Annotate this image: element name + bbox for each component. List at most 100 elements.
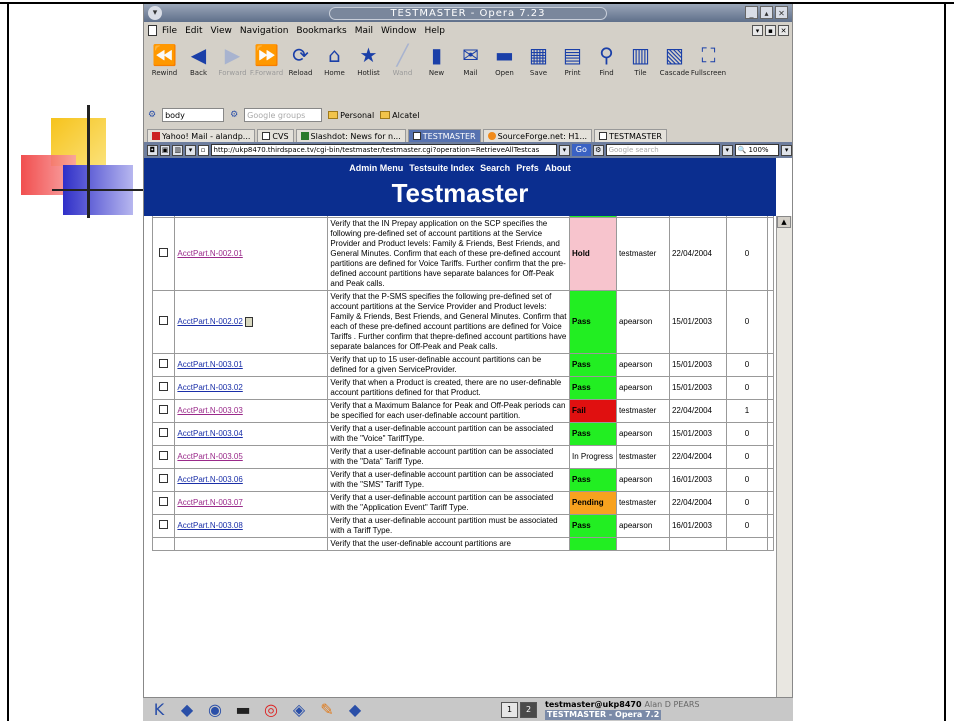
- history-dropdown-icon[interactable]: ▾: [185, 144, 196, 156]
- testcase-link[interactable]: AcctPart.N-003.07: [177, 498, 242, 507]
- kde-menu-icon[interactable]: K: [147, 699, 171, 721]
- print-button[interactable]: ▤ Print: [556, 43, 589, 77]
- vertical-scrollbar[interactable]: ▲: [776, 216, 792, 718]
- testcase-link[interactable]: AcctPart.N-003.05: [177, 452, 242, 461]
- page-icon[interactable]: ◘: [147, 144, 158, 156]
- tab-4[interactable]: SourceForge.net: H1...: [482, 129, 593, 142]
- tile-button[interactable]: ▥ Tile: [624, 43, 657, 77]
- row-checkbox[interactable]: [159, 382, 169, 391]
- search-dropdown-icon[interactable]: ▾: [721, 144, 733, 156]
- menu-dropdown-icon[interactable]: ▾: [752, 25, 763, 36]
- forward-button[interactable]: ▶ Forward: [216, 43, 249, 77]
- row-checkbox[interactable]: [159, 520, 169, 529]
- tab-5[interactable]: TESTMASTER: [594, 129, 667, 142]
- zoom-dropdown-icon[interactable]: ▾: [781, 144, 792, 156]
- menu-close-icon[interactable]: ✕: [778, 25, 789, 36]
- search-input[interactable]: body: [162, 108, 225, 122]
- close-icon[interactable]: ✕: [775, 6, 788, 19]
- bookmark-folder-personal[interactable]: Personal: [328, 111, 374, 120]
- testcase-link[interactable]: AcctPart.N-003.04: [177, 429, 242, 438]
- save-button[interactable]: ▦ Save: [522, 43, 555, 77]
- menu-item-navigation[interactable]: Navigation: [240, 26, 289, 36]
- site-nav-testsuite-index[interactable]: Testsuite Index: [409, 163, 474, 173]
- testcase-link[interactable]: AcctPart.N-003.03: [177, 406, 242, 415]
- back-icon: ◀: [190, 43, 207, 67]
- attachment-icon[interactable]: [244, 316, 253, 327]
- title-bar[interactable]: ▾ TESTMASTER - Opera 7.23 _ ▴ ✕: [144, 4, 792, 22]
- minimize-icon[interactable]: _: [745, 6, 758, 19]
- menu-item-edit[interactable]: Edit: [185, 26, 202, 36]
- url-dropdown-icon[interactable]: ▾: [559, 144, 570, 156]
- testcase-link[interactable]: AcctPart.N-003.08: [177, 521, 242, 530]
- menu-item-window[interactable]: Window: [381, 26, 417, 36]
- google-search-input[interactable]: Google search: [605, 144, 720, 156]
- browser-icon[interactable]: ◉: [203, 699, 227, 721]
- zoom-select[interactable]: 🔍 100%: [734, 144, 780, 156]
- menu-item-view[interactable]: View: [211, 26, 232, 36]
- site-nav-search[interactable]: Search: [480, 163, 510, 173]
- testcase-link[interactable]: AcctPart.N-003.01: [177, 360, 242, 369]
- tab-1[interactable]: CVS: [257, 129, 294, 142]
- scroll-up-icon[interactable]: ▲: [777, 216, 791, 228]
- maximize-icon[interactable]: ▴: [760, 6, 773, 19]
- task-item-0[interactable]: testmaster@ukp8470 Alan D PEARS: [545, 700, 699, 710]
- row-checkbox[interactable]: [159, 474, 169, 483]
- mail-button[interactable]: ✉ Mail: [454, 43, 487, 77]
- go-button[interactable]: Go: [571, 144, 591, 156]
- google-icon[interactable]: ⚙: [230, 110, 238, 120]
- terminal-icon[interactable]: ▬: [231, 699, 255, 721]
- site-nav-prefs[interactable]: Prefs: [516, 163, 539, 173]
- office-icon[interactable]: ✎: [315, 699, 339, 721]
- home-button[interactable]: ⌂ Home: [318, 43, 351, 77]
- date-cell: 22/04/2004: [668, 399, 728, 423]
- count-cell: 0: [726, 445, 768, 469]
- new-button[interactable]: ▮ New: [420, 43, 453, 77]
- mail-client-icon[interactable]: ◆: [343, 699, 367, 721]
- menu-item-bookmarks[interactable]: Bookmarks: [296, 26, 346, 36]
- search-engine-select-icon[interactable]: ⚙: [592, 144, 604, 156]
- cascade-button[interactable]: ▧ Cascade: [658, 43, 691, 77]
- bookmark-icon[interactable]: ▣: [159, 144, 171, 156]
- tab-3[interactable]: TESTMASTER: [407, 129, 481, 142]
- task-item-1[interactable]: TESTMASTER - Opera 7.2: [545, 709, 699, 720]
- reload-button[interactable]: ⟳ Reload: [284, 43, 317, 77]
- menu-item-help[interactable]: Help: [424, 26, 445, 36]
- find-button[interactable]: ⚲ Find: [590, 43, 623, 77]
- hotlist-button[interactable]: ★ Hotlist: [352, 43, 385, 77]
- print-small-icon[interactable]: ▥: [172, 144, 184, 156]
- testcase-link[interactable]: AcctPart.N-002.02: [177, 317, 242, 326]
- network-icon[interactable]: ◆: [175, 699, 199, 721]
- window-menu-icon[interactable]: ▾: [148, 6, 162, 20]
- fullscreen-button[interactable]: ⛶ Fullscreen: [691, 43, 726, 77]
- site-nav-admin-menu[interactable]: Admin Menu: [349, 163, 403, 173]
- row-checkbox[interactable]: [159, 428, 169, 437]
- row-checkbox[interactable]: [159, 497, 169, 506]
- desktop-2[interactable]: 2: [520, 701, 537, 718]
- menu-item-file[interactable]: File: [162, 26, 177, 36]
- site-nav-about[interactable]: About: [545, 163, 571, 173]
- help-icon[interactable]: ◎: [259, 699, 283, 721]
- menu-item-mail[interactable]: Mail: [355, 26, 373, 36]
- row-checkbox[interactable]: [159, 248, 169, 257]
- search-engine-icon[interactable]: ⚙: [148, 110, 156, 120]
- wand-button[interactable]: ╱ Wand: [386, 43, 419, 77]
- desktop-1[interactable]: 1: [501, 701, 518, 718]
- testcase-link[interactable]: AcctPart.N-003.02: [177, 383, 242, 392]
- google-groups-input[interactable]: Google groups: [244, 108, 323, 122]
- konqueror-icon[interactable]: ◈: [287, 699, 311, 721]
- tab-2[interactable]: Slashdot: News for n...: [295, 129, 406, 142]
- menu-restore-icon[interactable]: ▪: [765, 25, 776, 36]
- back-button[interactable]: ◀ Back: [182, 43, 215, 77]
- f-forward-button[interactable]: ⏩ F.Forward: [250, 43, 283, 77]
- testcase-link[interactable]: AcctPart.N-003.06: [177, 475, 242, 484]
- row-checkbox[interactable]: [159, 316, 169, 325]
- rewind-button[interactable]: ⏪ Rewind: [148, 43, 181, 77]
- bookmark-folder-alcatel[interactable]: Alcatel: [380, 111, 419, 120]
- testcase-link[interactable]: AcctPart.N-002.01: [177, 249, 242, 258]
- open-button[interactable]: ▬ Open: [488, 43, 521, 77]
- row-checkbox[interactable]: [159, 359, 169, 368]
- url-input[interactable]: http://ukp8470.thirdspace.tv/cgi-bin/tes…: [210, 144, 558, 156]
- row-checkbox[interactable]: [159, 451, 169, 460]
- tab-0[interactable]: Yahoo! Mail - alandp...: [147, 129, 256, 142]
- row-checkbox[interactable]: [159, 405, 169, 414]
